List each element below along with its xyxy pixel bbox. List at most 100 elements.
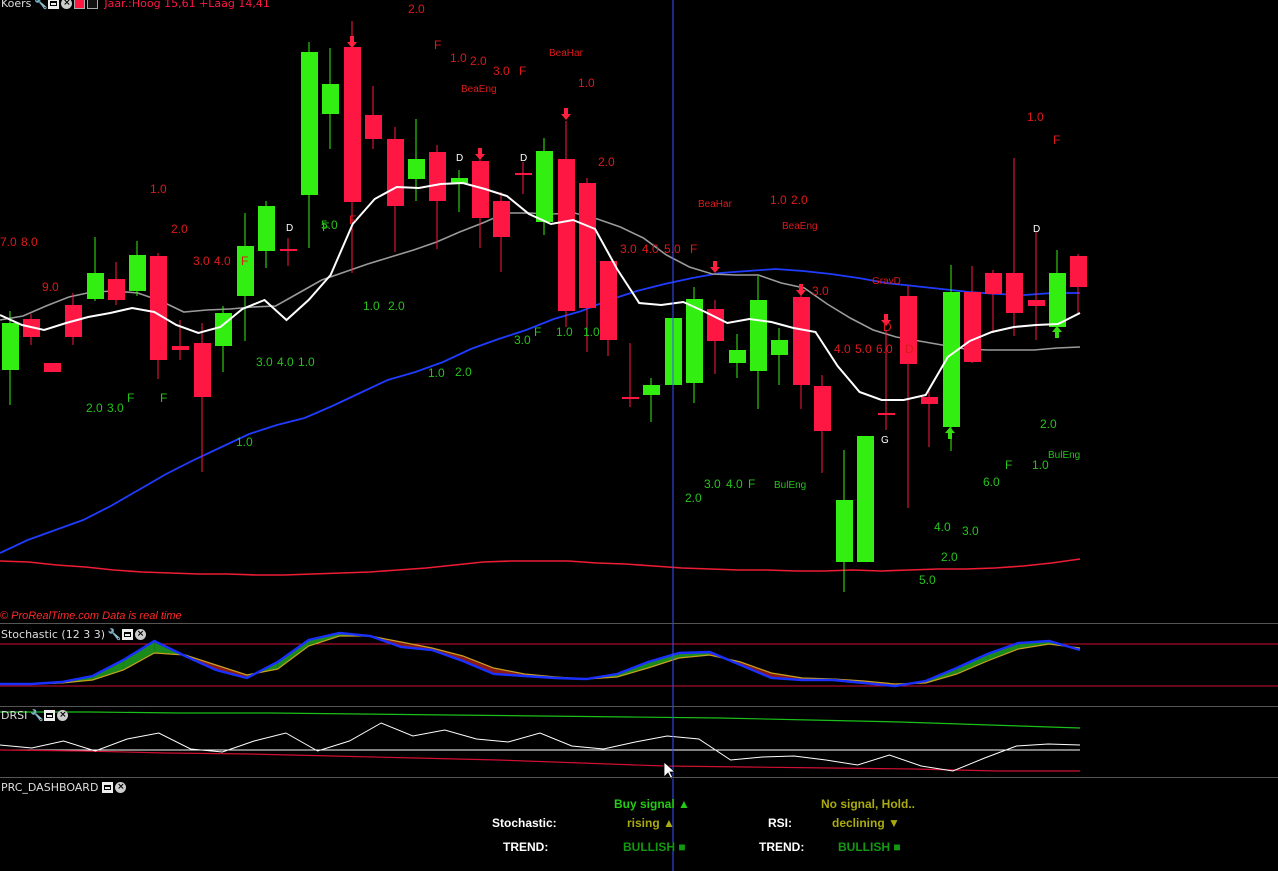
- candle-body: [686, 299, 703, 383]
- pattern-label: 2.0: [171, 222, 188, 236]
- window-icon[interactable]: [44, 709, 56, 721]
- candle-body: [622, 397, 639, 399]
- pattern-label: 1.0: [1027, 110, 1044, 124]
- candle-body: [108, 279, 125, 300]
- pattern-label: BulEng: [774, 480, 806, 491]
- pattern-label: BeaEng: [461, 84, 497, 95]
- rsi-label: RSI:: [768, 816, 792, 830]
- pattern-label: F: [127, 391, 134, 405]
- candle-body: [87, 273, 104, 299]
- buy-arrow-icon: [945, 427, 955, 439]
- pattern-label: 1.0: [450, 51, 467, 65]
- wrench-icon[interactable]: 🔧: [30, 710, 44, 721]
- candle-body: [643, 385, 660, 395]
- wrench-icon[interactable]: 🔧: [34, 0, 48, 9]
- candle-body: [857, 436, 874, 562]
- drsi-indicator: [0, 711, 1081, 772]
- pattern-label: 1.0: [428, 366, 445, 380]
- close-icon[interactable]: ×: [135, 628, 147, 640]
- pattern-label: 4.0: [277, 355, 294, 369]
- candle-body: [322, 84, 339, 114]
- pattern-label: 2.0: [455, 365, 472, 379]
- pattern-label: 2.0: [470, 54, 487, 68]
- pattern-label: 1.0: [1032, 458, 1049, 472]
- pattern-label: 6.0: [876, 342, 893, 356]
- candle-body: [964, 292, 981, 362]
- stochastic-panel-header: Stochastic (12 3 3) 🔧 ×: [0, 627, 147, 641]
- pattern-label: F: [519, 64, 526, 78]
- pattern-label: 1.0: [578, 76, 595, 90]
- dashboard-panel-title: PRC_DASHBOARD: [1, 780, 99, 794]
- candle-body: [836, 500, 853, 562]
- zoom-icon[interactable]: [87, 0, 99, 9]
- stochastic-k-line: [0, 631, 1081, 688]
- drsi-panel-title: DRSI: [1, 708, 28, 722]
- pattern-label: D: [286, 223, 293, 234]
- pattern-label: 5.0: [855, 342, 872, 356]
- panel-separator: [0, 777, 1278, 778]
- candles: [2, 21, 1087, 592]
- pattern-label: F: [1053, 133, 1060, 147]
- candle-body: [301, 52, 318, 195]
- pattern-label: F: [349, 213, 356, 227]
- pattern-label: 1.0: [770, 193, 787, 207]
- wrench-icon[interactable]: 🔧: [108, 629, 122, 640]
- window-icon[interactable]: [102, 781, 114, 793]
- window-icon[interactable]: [122, 628, 134, 640]
- candle-body: [921, 397, 938, 404]
- candle-body: [365, 115, 382, 139]
- close-icon[interactable]: ×: [115, 781, 127, 793]
- price-chart[interactable]: 2.0F1.0 2.03.0 FBeaEngBeaHar1.02.01.02.07.…: [0, 0, 1278, 871]
- candle-body: [985, 273, 1002, 294]
- color-icon[interactable]: [74, 0, 86, 9]
- candle-body: [878, 413, 895, 415]
- pattern-label: 2.0: [685, 491, 702, 505]
- pattern-label: 4.0: [642, 242, 659, 256]
- price-panel-header: Koers 🔧 × Jaar.:Hoog 15,61 +Laag 14,41: [0, 0, 270, 10]
- candle-body: [172, 346, 189, 350]
- stochastic-signal: Buy signal ▲: [614, 797, 690, 811]
- pattern-label: 2.0: [408, 2, 425, 16]
- candle-body: [129, 255, 146, 291]
- candle-body: [258, 206, 275, 251]
- pattern-label: GravD: [872, 276, 901, 287]
- close-icon[interactable]: ×: [57, 709, 69, 721]
- pattern-label: G: [881, 435, 889, 446]
- candle-body: [44, 363, 61, 372]
- stochastic-indicator: [0, 631, 1081, 688]
- pattern-label: 3.0: [107, 401, 124, 415]
- price-panel-title: Koers: [1, 0, 32, 10]
- pattern-label: F: [322, 220, 329, 234]
- candle-body: [387, 139, 404, 206]
- pattern-label: 3.0: [256, 355, 273, 369]
- close-icon[interactable]: ×: [61, 0, 73, 9]
- pattern-label: D: [883, 320, 892, 334]
- window-icon[interactable]: [48, 0, 60, 9]
- pattern-label: 5.0: [919, 573, 936, 587]
- trend-label-right: TREND:: [759, 840, 805, 854]
- pattern-label: 1.0: [298, 355, 315, 369]
- candle-body: [429, 152, 446, 201]
- candle-body: [579, 183, 596, 308]
- copyright-notice: © ProRealTime.com Data is real time: [0, 610, 182, 622]
- candle-body: [750, 300, 767, 371]
- candle-body: [1006, 273, 1023, 313]
- pattern-label: 2.0: [1040, 417, 1057, 431]
- pattern-label: 3.0: [493, 64, 510, 78]
- candle-body: [793, 297, 810, 385]
- candle-body: [558, 159, 575, 311]
- pattern-label: 3.0: [193, 254, 210, 268]
- pattern-label: 1.0: [150, 182, 167, 196]
- pattern-label: 4.0: [934, 520, 951, 534]
- candle-body: [515, 173, 532, 175]
- pattern-label: 3.0: [514, 333, 531, 347]
- candle-body: [600, 261, 617, 340]
- stochastic-label: Stochastic:: [492, 816, 557, 830]
- candle-body: [1070, 256, 1087, 287]
- pattern-label: BulEng: [1048, 450, 1080, 461]
- pattern-label: 3.0: [704, 477, 721, 491]
- pattern-label: F: [748, 477, 755, 491]
- candle-body: [1028, 300, 1045, 306]
- candle-body: [536, 151, 553, 222]
- pattern-label: 1.0: [236, 435, 253, 449]
